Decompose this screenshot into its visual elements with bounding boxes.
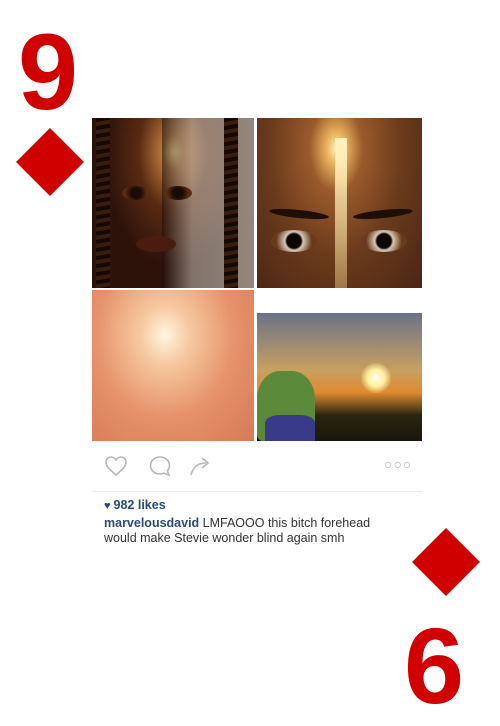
photo-collage[interactable] <box>92 118 422 441</box>
instagram-post: ○○○ <box>92 118 422 492</box>
photo-forehead-glare <box>92 290 254 441</box>
post-caption: marvelousdavid LMFAOOO this bitch forehe… <box>104 516 404 546</box>
photo-sunset-frog <box>257 313 422 441</box>
likes-label: 982 likes <box>113 498 166 512</box>
photo-eyes-closeup <box>257 118 422 288</box>
photo-face-selfie <box>92 118 254 288</box>
diamond-icon <box>412 528 480 596</box>
username-link[interactable]: marvelousdavid <box>104 516 199 530</box>
heart-filled-icon: ♥ <box>104 500 111 512</box>
comment-icon[interactable] <box>148 455 172 477</box>
share-icon[interactable] <box>188 455 212 477</box>
likes-count[interactable]: ♥ 982 likes <box>104 498 166 512</box>
more-options-icon[interactable]: ○○○ <box>384 457 411 471</box>
heart-outline-icon[interactable] <box>104 455 128 477</box>
diamond-icon <box>16 128 84 196</box>
post-action-bar: ○○○ <box>92 441 422 492</box>
card-rank-top: 9 <box>18 11 79 132</box>
card-rank-bottom: 6 <box>404 605 465 726</box>
